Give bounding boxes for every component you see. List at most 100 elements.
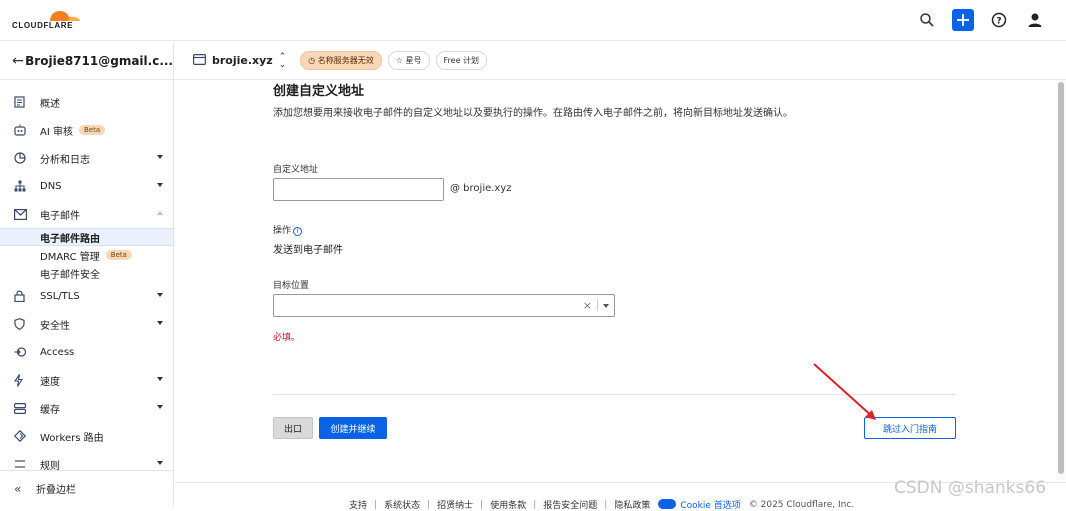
double-chevron-left-icon: «: [14, 481, 22, 496]
caret-down-icon: [157, 293, 163, 297]
help-icon[interactable]: ?: [988, 9, 1010, 31]
scrollbar-thumb[interactable]: [1058, 82, 1064, 474]
sidebar-item-label: 缓存: [40, 404, 60, 416]
sidebar-nav: 概述 AI 审核 Beta 分析和日志 DNS 电子邮件 电子邮件路由 DMAR…: [0, 80, 173, 478]
domain-bar: brojie.xyz ⌃ ⌄ ◷ 名称服务器无效 ☆ 星号 Free 计划: [175, 42, 1066, 80]
footer-link-report-security[interactable]: 报告安全问题: [543, 498, 597, 511]
sidebar-subitem-label: 电子邮件路由: [40, 233, 100, 245]
destination-select[interactable]: ×: [273, 294, 615, 317]
footer-link-privacy[interactable]: 隐私政策: [614, 498, 650, 511]
sidebar: ← Brojie8711@gmail.c... 概述 AI 审核 Beta 分析…: [0, 42, 174, 506]
nameserver-status-badge: ◷ 名称服务器无效: [300, 51, 382, 70]
collapse-label: 折叠边栏: [36, 485, 76, 496]
caret-up-icon: [157, 211, 163, 215]
chevron-updown-icon[interactable]: ⌃ ⌄: [279, 52, 287, 69]
required-error: 必填。: [273, 333, 301, 343]
search-icon[interactable]: [916, 9, 938, 31]
overview-icon: [14, 96, 40, 108]
collapse-sidebar-button[interactable]: « 折叠边栏: [0, 470, 173, 506]
sidebar-item-access[interactable]: Access: [0, 338, 173, 366]
shield-icon: [14, 318, 40, 330]
sidebar-item-label: 安全性: [40, 320, 70, 332]
rules-icon: [14, 458, 40, 470]
account-name: Brojie8711@gmail.c...: [25, 53, 173, 68]
footer-link-terms[interactable]: 使用条款: [490, 498, 526, 511]
footer-links: 支持 | 系统状态 | 招贤纳士 | 使用条款 | 报告安全问题 | 隐私政策 Cooki…: [349, 498, 855, 511]
sidebar-item-speed[interactable]: 速度: [0, 366, 173, 394]
red-arrow-annotation: [813, 363, 876, 420]
sidebar-item-label: SSL/TLS: [40, 290, 80, 302]
analytics-icon: [14, 152, 40, 164]
account-switcher[interactable]: ← Brojie8711@gmail.c...: [0, 42, 173, 80]
sidebar-item-ssl-tls[interactable]: SSL/TLS: [0, 282, 173, 310]
clear-icon[interactable]: ×: [583, 299, 592, 312]
caret-down-icon: [157, 461, 163, 465]
page-description: 添加您想要用来接收电子邮件的自定义地址以及要执行的操作。在路由传入电子邮件之前，…: [273, 108, 793, 119]
select-separator: [597, 299, 598, 311]
workers-icon: [14, 430, 40, 442]
bolt-icon: [14, 373, 40, 387]
sidebar-item-dns[interactable]: DNS: [0, 172, 173, 200]
top-bar: CLOUDFLARE ?: [0, 0, 1066, 41]
main-content: 创建自定义地址 添加您想要用来接收电子邮件的自定义地址以及要执行的操作。在路由传…: [175, 80, 1055, 482]
chevron-down-icon[interactable]: [603, 304, 609, 308]
sidebar-item-label: 概述: [40, 98, 60, 110]
info-icon[interactable]: i: [293, 227, 303, 236]
sidebar-item-workers-routes[interactable]: Workers 路由: [0, 422, 173, 450]
copyright: © 2025 Cloudflare, Inc.: [748, 499, 855, 510]
dns-icon: [14, 180, 40, 192]
action-value: 发送到电子邮件: [273, 245, 343, 256]
caret-down-icon: [157, 183, 163, 187]
ai-icon: [14, 124, 40, 136]
sidebar-item-email[interactable]: 电子邮件: [0, 200, 173, 228]
plus-icon[interactable]: [952, 9, 974, 31]
beta-badge: Beta: [105, 250, 132, 260]
sidebar-item-security[interactable]: 安全性: [0, 310, 173, 338]
sidebar-item-overview[interactable]: 概述: [0, 88, 173, 116]
footer-link-careers[interactable]: 招贤纳士: [437, 498, 473, 511]
watermark: CSDN @shanks66: [894, 478, 1047, 498]
sidebar-item-label: 速度: [40, 376, 60, 388]
sidebar-subitem-label: DMARC 管理: [40, 251, 100, 263]
footer-link-support[interactable]: 支持: [349, 498, 367, 511]
cache-icon: [14, 402, 40, 414]
footer-link-status[interactable]: 系统状态: [384, 498, 420, 511]
back-arrow-icon[interactable]: ←: [12, 53, 25, 69]
action-label: 操作 i: [273, 223, 303, 236]
caret-down-icon: [157, 321, 163, 325]
sidebar-subitem-email-security[interactable]: 电子邮件安全: [0, 264, 173, 282]
sidebar-item-label: 分析和日志: [40, 154, 90, 166]
sidebar-item-label: 电子邮件: [40, 210, 80, 222]
sidebar-item-cache[interactable]: 缓存: [0, 394, 173, 422]
browser-window-icon: [193, 53, 207, 68]
destination-label: 目标位置: [273, 281, 310, 291]
domain-name[interactable]: brojie.xyz: [212, 54, 273, 67]
custom-address-label: 自定义地址: [273, 165, 319, 175]
user-icon[interactable]: [1024, 9, 1046, 31]
sidebar-item-label: Access: [40, 346, 75, 358]
plan-badge: Free 计划: [435, 51, 488, 70]
sidebar-item-label: AI 审核: [40, 126, 73, 138]
email-icon: [14, 208, 40, 220]
sidebar-item-ai-audit[interactable]: AI 审核 Beta: [0, 116, 173, 144]
caret-down-icon: [157, 405, 163, 409]
sidebar-subitem-label: 电子邮件安全: [40, 269, 100, 281]
sidebar-item-label: DNS: [40, 180, 62, 192]
logo-text: CLOUDFLARE: [12, 21, 74, 30]
access-icon: [14, 347, 40, 357]
caret-down-icon: [157, 155, 163, 159]
at-domain-text: @ brojie.xyz: [450, 183, 512, 194]
svg-text:?: ?: [996, 17, 1001, 27]
lock-icon: [14, 290, 40, 302]
exit-button[interactable]: 出口: [273, 417, 313, 439]
sidebar-item-analytics[interactable]: 分析和日志: [0, 144, 173, 172]
cookie-preferences[interactable]: Cookie 首选项: [658, 498, 741, 511]
sidebar-subitem-email-routing[interactable]: 电子邮件路由: [0, 228, 173, 246]
star-button[interactable]: ☆ 星号: [387, 51, 430, 70]
toggle-icon: [658, 499, 677, 509]
sidebar-subitem-dmarc[interactable]: DMARC 管理 Beta: [0, 246, 173, 264]
custom-address-input[interactable]: [273, 178, 444, 201]
beta-badge: Beta: [78, 125, 106, 135]
page-title: 创建自定义地址: [273, 84, 365, 99]
create-continue-button[interactable]: 创建并继续: [319, 417, 387, 439]
